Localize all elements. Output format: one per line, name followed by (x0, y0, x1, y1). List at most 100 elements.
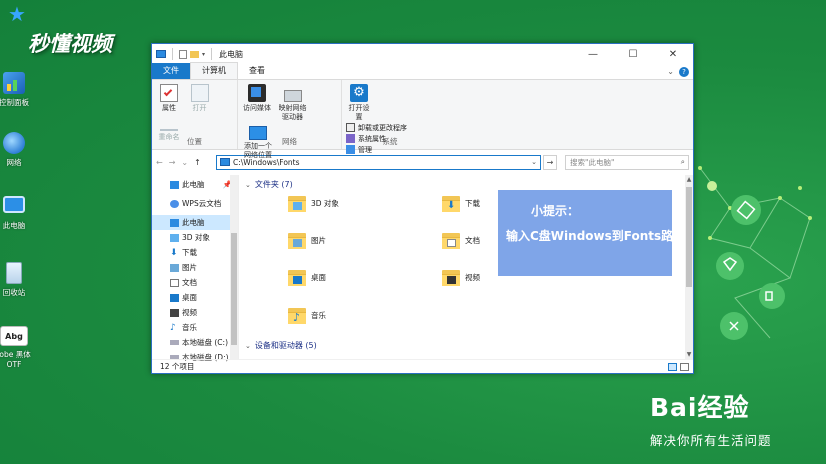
ribbon: 属性 打开 重命名 位置 访问媒体 映射网络驱动器 添加一个网络位置 网络 ⚙ … (152, 80, 693, 159)
pc-icon (170, 218, 179, 227)
status-bar: 12 个项目 (152, 359, 693, 373)
desktop-icon-network[interactable]: 网络 (0, 132, 36, 168)
refresh-button[interactable]: → (543, 154, 557, 170)
font-file-icon: Abg (0, 326, 28, 346)
access-media-button[interactable]: 访问媒体 (242, 84, 272, 113)
desktop: ★ 秒懂视频 控制面板 网络 此电脑 回收站 Abg lobe 黑体 OTF ▾… (0, 0, 826, 464)
nav-item-music[interactable]: ♪ 音乐 (152, 320, 238, 335)
ribbon-collapse-icon[interactable]: ⌄ (667, 67, 674, 77)
open-settings-button[interactable]: ⚙ 打开设置 (346, 84, 372, 122)
nav-pane-scrollbar[interactable] (230, 175, 238, 359)
tab-computer[interactable]: 计算机 (190, 62, 238, 79)
recycle-bin-icon (6, 262, 22, 284)
pc-icon (156, 50, 166, 58)
nav-item-quick-pc[interactable]: 此电脑 📌 (152, 177, 238, 192)
scroll-up-icon[interactable]: ▲ (685, 176, 693, 183)
up-arrow-icon[interactable]: ↑ (194, 158, 201, 167)
properties-button[interactable]: 属性 (156, 84, 182, 113)
ribbon-tabs: 文件 计算机 查看 ⌄ ? (152, 62, 693, 80)
tab-view[interactable]: 查看 (238, 63, 276, 79)
nav-item-drive-c[interactable]: 本地磁盘 (C:) (152, 335, 238, 350)
videos-icon (441, 267, 461, 287)
title-bar[interactable]: ▾ 此电脑 — ☐ ✕ (152, 44, 693, 64)
documents-icon (441, 230, 461, 250)
new-folder-icon[interactable] (190, 50, 199, 58)
download-icon: ⬇ (170, 247, 178, 258)
folder-documents[interactable]: 文档 (441, 230, 480, 250)
cloud-icon (170, 199, 179, 208)
folder-pictures[interactable]: 图片 (287, 230, 326, 250)
pictures-icon (170, 263, 179, 272)
watermark-text: 秒懂视频 (28, 32, 112, 56)
folder-desktop[interactable]: 桌面 (287, 267, 326, 287)
uninstall-icon (346, 123, 355, 132)
maximize-button[interactable]: ☐ (613, 44, 653, 64)
address-dropdown-icon[interactable]: ⌄ (528, 158, 540, 166)
star-icon: ★ (8, 2, 26, 26)
nav-item-wps-cloud[interactable]: WPS云文档 (152, 196, 238, 211)
pc-icon (220, 158, 230, 166)
map-network-drive-button[interactable]: 映射网络驱动器 (277, 84, 309, 122)
3d-objects-icon (170, 233, 179, 242)
documents-icon (170, 278, 179, 287)
tip-overlay: 小提示： 输入C盘Windows到Fonts路径 (498, 190, 685, 276)
control-panel-icon (3, 72, 25, 94)
3d-objects-icon (287, 193, 307, 213)
properties-icon[interactable] (179, 49, 187, 59)
folder-3d-objects[interactable]: 3D 对象 (287, 193, 339, 213)
nav-item-pictures[interactable]: 图片 (152, 260, 238, 275)
section-folders[interactable]: ⌄ 文件夹 (7) (245, 179, 293, 190)
nav-item-documents[interactable]: 文档 (152, 275, 238, 290)
ribbon-group-label: 位置 (187, 137, 202, 146)
content-scrollbar[interactable]: ▲ ▼ (685, 175, 693, 359)
nav-item-downloads[interactable]: ⬇ 下载 (152, 245, 238, 260)
forward-arrow-icon[interactable]: → (169, 158, 176, 167)
dropdown-icon[interactable]: ▾ (202, 51, 205, 58)
search-icon: ⌕ (680, 157, 685, 166)
ribbon-group-location: 属性 打开 重命名 位置 (152, 80, 238, 149)
folder-videos[interactable]: 视频 (441, 267, 480, 287)
nav-item-desktop[interactable]: 桌面 (152, 290, 238, 305)
minimize-button[interactable]: — (573, 44, 613, 64)
open-icon (190, 84, 209, 102)
music-icon: ♪ (287, 305, 307, 325)
section-devices[interactable]: ⌄ 设备和驱动器 (5) (245, 340, 317, 351)
tab-file[interactable]: 文件 (152, 63, 190, 79)
brand-slogan: 解决你所有生活问题 (650, 433, 772, 448)
checklist-icon (160, 84, 178, 102)
desktop-icon-font-file[interactable]: Abg lobe 黑体 OTF (0, 326, 36, 369)
uninstall-program-button[interactable]: 卸载或更改程序 (346, 122, 407, 133)
desktop-icon-control-panel[interactable]: 控制面板 (0, 72, 36, 108)
desktop-icon-recycle-bin[interactable]: 回收站 (0, 262, 36, 298)
decorative-tree-graphic (698, 166, 812, 340)
recent-dropdown-icon[interactable]: ⌄ (181, 158, 188, 167)
music-icon: ♪ (170, 322, 176, 333)
scrollbar-thumb[interactable] (686, 187, 692, 287)
brand-name: Bai经验 (650, 393, 750, 422)
large-icons-view-icon[interactable] (680, 362, 689, 371)
baidu-jingyan-logo: Bai经验 解决你所有生活问题 (650, 388, 772, 449)
scrollbar-thumb[interactable] (231, 233, 237, 345)
chevron-down-icon: ⌄ (245, 180, 251, 189)
details-view-icon[interactable] (668, 362, 677, 371)
nav-item-3d-objects[interactable]: 3D 对象 (152, 230, 238, 245)
desktop-icon-this-pc[interactable]: 此电脑 (0, 196, 36, 231)
download-icon: ⬇ (441, 193, 461, 213)
desktop-icon (170, 293, 179, 302)
chevron-down-icon: ⌄ (245, 341, 251, 350)
scroll-down-icon[interactable]: ▼ (685, 351, 693, 358)
navigation-pane: 此电脑 📌 WPS云文档 此电脑 3D 对象 ⬇ 下载 图片 文档 桌面 视频 … (152, 175, 238, 362)
nav-item-videos[interactable]: 视频 (152, 305, 238, 320)
window-title: 此电脑 (219, 49, 244, 59)
ribbon-group-system: ⚙ 打开设置 卸载或更改程序 系统属性 管理 系统 (342, 80, 438, 154)
back-arrow-icon[interactable]: ← (156, 158, 163, 167)
open-button[interactable]: 打开 (187, 84, 213, 113)
nav-item-this-pc[interactable]: 此电脑 (152, 215, 238, 230)
ribbon-group-label: 网络 (282, 137, 297, 146)
folder-music[interactable]: ♪ 音乐 (287, 305, 326, 325)
search-input[interactable]: 搜索"此电脑" ⌕ (565, 154, 689, 170)
pc-icon (170, 180, 179, 189)
folder-downloads[interactable]: ⬇ 下载 (441, 193, 480, 213)
close-button[interactable]: ✕ (653, 44, 693, 64)
help-icon[interactable]: ? (679, 67, 689, 77)
